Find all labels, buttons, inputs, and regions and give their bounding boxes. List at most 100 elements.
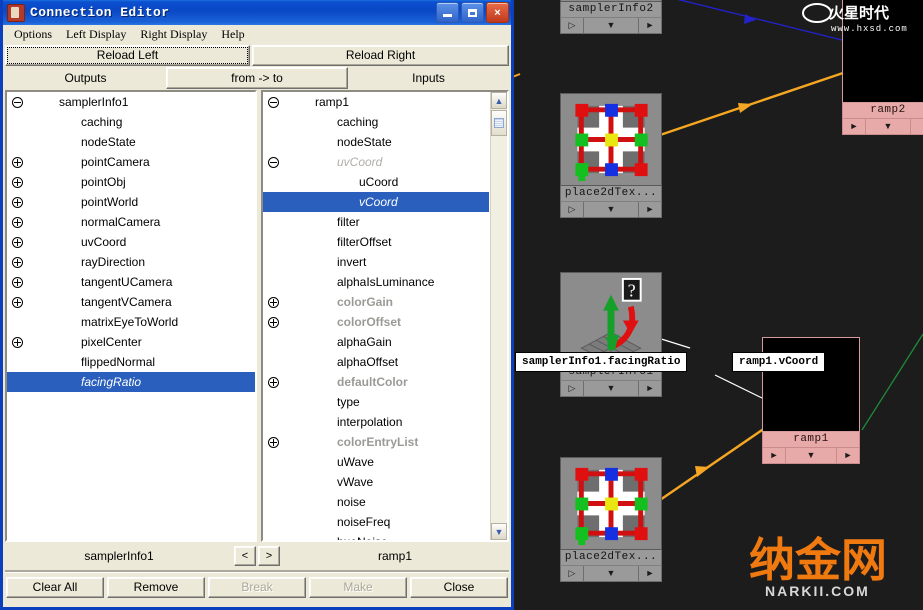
node-input-arrow-icon[interactable]: ▷ — [561, 18, 584, 33]
hypershade-node-graph[interactable]: samplerInfo2 ▷ ▼ ► place2dTex... ▷ ▼ ► r… — [510, 0, 923, 610]
previous-button[interactable]: < — [234, 546, 256, 566]
menu-item-left-display[interactable]: Left Display — [59, 26, 133, 43]
node-output-arrow-icon[interactable]: ► — [638, 566, 661, 581]
tree-row[interactable]: caching — [263, 112, 489, 132]
tree-row[interactable]: matrixEyeToWorld — [7, 312, 255, 332]
clear-all-button[interactable]: Clear All — [6, 577, 104, 598]
tree-row[interactable]: normalCamera — [7, 212, 255, 232]
minimize-button[interactable] — [436, 2, 459, 23]
inputs-tree-scrollbar[interactable]: ▲ ▼ — [490, 92, 507, 540]
collapse-icon[interactable] — [12, 97, 23, 108]
scrollbar-thumb[interactable] — [491, 110, 507, 136]
tree-row[interactable]: filterOffset — [263, 232, 489, 252]
tree-row[interactable]: colorOffset — [263, 312, 489, 332]
node-input-arrow-icon[interactable]: ► — [763, 448, 786, 463]
tree-row[interactable]: flippedNormal — [7, 352, 255, 372]
expand-icon[interactable] — [12, 217, 23, 228]
node-input-arrow-icon[interactable]: ▷ — [561, 381, 584, 396]
tree-row[interactable]: nodeState — [7, 132, 255, 152]
node-footer[interactable]: ▷ ▼ ► — [560, 201, 662, 218]
tree-row[interactable]: nodeState — [263, 132, 489, 152]
tree-row[interactable]: type — [263, 392, 489, 412]
tree-row[interactable]: invert — [263, 252, 489, 272]
remove-button[interactable]: Remove — [107, 577, 205, 598]
expand-icon[interactable] — [267, 297, 279, 308]
tree-row[interactable]: filter — [263, 212, 489, 232]
collapse-icon[interactable] — [267, 157, 279, 168]
node-expand-arrow-icon[interactable]: ▼ — [584, 202, 638, 217]
node-footer[interactable]: ▷ ▼ ► — [560, 565, 662, 582]
tree-row[interactable]: hueNoise — [263, 532, 489, 540]
tree-row[interactable]: uvCoord — [7, 232, 255, 252]
next-button[interactable]: > — [258, 546, 280, 566]
tree-row[interactable]: alphaIsLuminance — [263, 272, 489, 292]
tree-row[interactable]: alphaGain — [263, 332, 489, 352]
tree-row[interactable]: rayDirection — [7, 252, 255, 272]
tree-row[interactable]: vCoord — [262, 192, 489, 212]
expand-icon[interactable] — [267, 437, 279, 448]
tree-row[interactable]: facingRatio — [7, 372, 255, 392]
window-controls[interactable]: × — [436, 2, 509, 23]
node-expand-arrow-icon[interactable]: ▼ — [584, 566, 638, 581]
from-to-button[interactable]: from -> to — [166, 67, 348, 89]
node-expand-arrow-icon[interactable]: ▼ — [786, 448, 836, 463]
tree-row[interactable]: pointWorld — [7, 192, 255, 212]
outputs-tree[interactable]: samplerInfo1 caching nodeState pointCamera p… — [7, 92, 255, 392]
tree-row[interactable]: vWave — [263, 472, 489, 492]
collapse-icon[interactable] — [267, 97, 279, 108]
tree-row[interactable]: tangentVCamera — [7, 292, 255, 312]
tree-row[interactable]: uvCoord — [263, 152, 489, 172]
expand-icon[interactable] — [12, 277, 23, 288]
expand-icon[interactable] — [12, 297, 23, 308]
break-button[interactable]: Break — [208, 577, 306, 598]
node-output-arrow-icon[interactable] — [910, 119, 923, 134]
menu-item-right-display[interactable]: Right Display — [133, 26, 214, 43]
expand-icon[interactable] — [12, 197, 23, 208]
node-footer[interactable]: ▷ ▼ ► — [560, 380, 662, 397]
tree-row[interactable]: pixelCenter — [7, 332, 255, 352]
graph-node-place2dtexture-upper[interactable]: place2dTex... ▷ ▼ ► — [560, 93, 662, 218]
node-output-arrow-icon[interactable]: ► — [638, 381, 661, 396]
tree-row[interactable]: samplerInfo1 — [7, 92, 255, 112]
node-expand-arrow-icon[interactable]: ▼ — [584, 18, 638, 33]
tree-row[interactable]: noise — [263, 492, 489, 512]
graph-node-place2dtexture-lower[interactable]: place2dTex... ▷ ▼ ► — [560, 457, 662, 582]
tree-row[interactable]: defaultColor — [263, 372, 489, 392]
tree-row[interactable]: caching — [7, 112, 255, 132]
tree-row[interactable]: alphaOffset — [263, 352, 489, 372]
node-expand-arrow-icon[interactable]: ▼ — [866, 119, 910, 134]
expand-icon[interactable] — [12, 337, 23, 348]
tree-row[interactable]: interpolation — [263, 412, 489, 432]
menu-bar[interactable]: Options Left Display Right Display Help — [3, 25, 511, 44]
node-input-arrow-icon[interactable]: ► — [843, 119, 866, 134]
tree-row[interactable]: noiseFreq — [263, 512, 489, 532]
outputs-tree-pane[interactable]: samplerInfo1 caching nodeState pointCamera p… — [5, 90, 257, 542]
close-action-button[interactable]: Close — [410, 577, 508, 598]
tree-row[interactable]: tangentUCamera — [7, 272, 255, 292]
tree-row[interactable]: colorGain — [263, 292, 489, 312]
maximize-button[interactable] — [461, 2, 484, 23]
reload-right-button[interactable]: Reload Right — [252, 45, 509, 66]
tree-row[interactable]: uWave — [263, 452, 489, 472]
tree-row[interactable]: pointObj — [7, 172, 255, 192]
tree-row[interactable]: pointCamera — [7, 152, 255, 172]
expand-icon[interactable] — [12, 157, 23, 168]
graph-node-samplerinfo1[interactable]: ? samplerInfo1 ▷ ▼ ► — [560, 272, 662, 397]
menu-item-options[interactable]: Options — [7, 26, 59, 43]
window-titlebar[interactable]: Connection Editor × — [3, 0, 511, 25]
node-input-arrow-icon[interactable]: ▷ — [561, 566, 584, 581]
expand-icon[interactable] — [267, 377, 279, 388]
node-output-arrow-icon[interactable]: ► — [638, 18, 661, 33]
inputs-tree-pane[interactable]: ramp1 caching nodeState uvCoord uCoord vCoord… — [260, 90, 509, 542]
expand-icon[interactable] — [12, 237, 23, 248]
expand-icon[interactable] — [12, 177, 23, 188]
node-footer[interactable]: ► ▼ ► — [762, 447, 860, 464]
scroll-up-button[interactable]: ▲ — [491, 92, 507, 109]
tree-row[interactable]: colorEntryList — [263, 432, 489, 452]
tree-row[interactable]: ramp1 — [263, 92, 489, 112]
close-button[interactable]: × — [486, 2, 509, 23]
tree-row[interactable]: uCoord — [263, 172, 489, 192]
make-button[interactable]: Make — [309, 577, 407, 598]
node-expand-arrow-icon[interactable]: ▼ — [584, 381, 638, 396]
expand-icon[interactable] — [267, 317, 279, 328]
